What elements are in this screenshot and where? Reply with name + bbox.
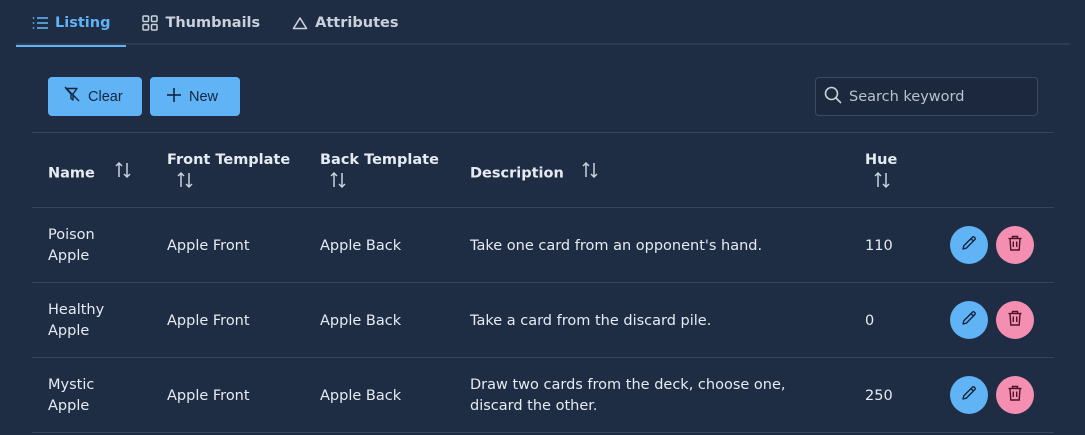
- cell-name: Poison Apple: [48, 227, 95, 264]
- sort-icon[interactable]: [873, 171, 891, 196]
- sort-icon[interactable]: [329, 171, 347, 196]
- grid-icon: [142, 14, 159, 31]
- new-button[interactable]: New: [150, 77, 240, 116]
- header-front-template[interactable]: Front Template: [167, 150, 290, 196]
- cell-description: Take one card from an opponent's hand.: [470, 238, 763, 254]
- search-icon: [824, 86, 842, 108]
- trash-icon: [1006, 234, 1024, 256]
- filter-clear-icon: [64, 86, 81, 107]
- sort-icon[interactable]: [581, 161, 599, 186]
- cell-description: Draw two cards from the deck, choose one…: [470, 377, 786, 414]
- plus-icon: [166, 87, 182, 107]
- cell-back-template: Apple Back: [320, 313, 402, 329]
- header-front-label: Front Template: [167, 152, 291, 168]
- edit-button[interactable]: [950, 226, 988, 264]
- row-divider: [32, 432, 1054, 433]
- search-box: [815, 77, 1038, 116]
- cell-front-template: Apple Front: [167, 388, 250, 404]
- header-description[interactable]: Description: [470, 161, 599, 186]
- cell-name: Healthy Apple: [48, 302, 105, 339]
- tab-thumbnails-label: Thumbnails: [165, 14, 261, 31]
- search-input[interactable]: [849, 88, 1029, 105]
- cell-front-template: Apple Front: [167, 313, 250, 329]
- triangle-icon: [292, 16, 308, 30]
- cell-front-template: Apple Front: [167, 238, 250, 254]
- cell-name: Mystic Apple: [48, 377, 95, 414]
- cell-hue: 110: [865, 238, 893, 254]
- tab-attributes-label: Attributes: [315, 14, 399, 31]
- header-back-label: Back Template: [320, 152, 439, 168]
- pencil-icon: [960, 309, 978, 331]
- trash-icon: [1006, 384, 1024, 406]
- cell-hue: 0: [865, 313, 875, 329]
- sort-icon[interactable]: [176, 171, 194, 196]
- tab-attributes[interactable]: Attributes: [276, 0, 414, 45]
- row-divider: [32, 282, 1054, 283]
- tab-thumbnails[interactable]: Thumbnails: [126, 0, 276, 45]
- cell-back-template: Apple Back: [320, 388, 402, 404]
- cell-back-template: Apple Back: [320, 238, 402, 254]
- header-back-template[interactable]: Back Template: [320, 150, 439, 196]
- cell-hue: 250: [865, 388, 893, 404]
- row-divider: [32, 357, 1054, 358]
- header-description-label: Description: [470, 165, 564, 182]
- sort-icon[interactable]: [114, 161, 132, 186]
- tab-listing[interactable]: Listing: [16, 0, 127, 47]
- delete-button[interactable]: [996, 226, 1034, 264]
- header-hue[interactable]: Hue: [865, 150, 897, 196]
- trash-icon: [1006, 309, 1024, 331]
- clear-label: Clear: [88, 88, 123, 105]
- list-icon: [32, 16, 48, 30]
- table-top-divider: [32, 132, 1054, 133]
- view-tabs: Listing Thumbnails Attributes: [16, 0, 1070, 47]
- pencil-icon: [960, 384, 978, 406]
- pencil-icon: [960, 234, 978, 256]
- edit-button[interactable]: [950, 376, 988, 414]
- header-name[interactable]: Name: [48, 161, 132, 186]
- tab-listing-label: Listing: [55, 14, 111, 31]
- delete-button[interactable]: [996, 301, 1034, 339]
- header-hue-label: Hue: [865, 152, 898, 168]
- cell-description: Take a card from the discard pile.: [470, 313, 712, 329]
- header-divider: [32, 207, 1054, 208]
- delete-button[interactable]: [996, 376, 1034, 414]
- new-label: New: [189, 88, 219, 105]
- edit-button[interactable]: [950, 301, 988, 339]
- clear-filter-button[interactable]: Clear: [48, 77, 142, 116]
- header-name-label: Name: [48, 165, 95, 182]
